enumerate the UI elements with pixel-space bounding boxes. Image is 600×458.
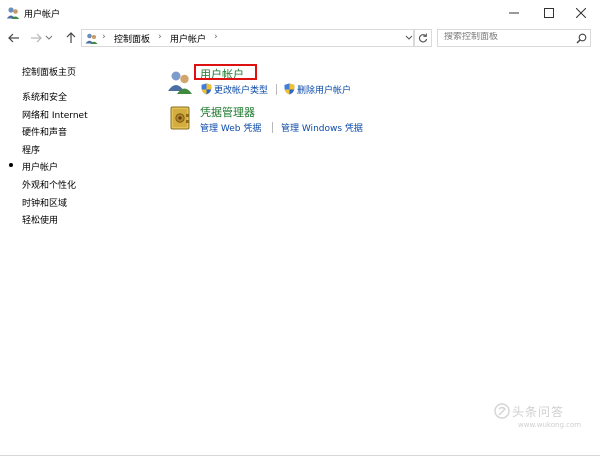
search-input[interactable] <box>444 32 572 42</box>
manage-web-credentials-link[interactable]: 管理 Web 凭据 <box>200 121 261 134</box>
nav-control-panel-home[interactable]: 控制面板主页 <box>22 65 76 78</box>
search-icon[interactable] <box>576 33 587 44</box>
refresh-icon <box>418 33 428 43</box>
window-bottom-border <box>0 455 600 456</box>
link-separator <box>276 84 277 95</box>
refresh-button[interactable] <box>414 29 432 47</box>
control-panel-icon <box>85 33 98 44</box>
credential-manager-heading[interactable]: 凭据管理器 <box>200 104 255 120</box>
forward-arrow-icon <box>31 33 42 43</box>
watermark-logo <box>494 403 510 419</box>
back-arrow-icon <box>8 33 19 43</box>
nav-hardware-and-sound[interactable]: 硬件和声音 <box>22 125 67 138</box>
breadcrumb-separator: › <box>214 32 218 42</box>
nav-system-and-security[interactable]: 系统和安全 <box>22 90 67 103</box>
chevron-down-icon <box>45 35 53 40</box>
close-icon <box>576 8 586 18</box>
window-title: 用户帐户 <box>24 10 61 20</box>
minimize-icon <box>509 12 519 14</box>
link-separator <box>272 122 273 133</box>
breadcrumb-separator: › <box>102 32 106 42</box>
minimize-button[interactable] <box>495 0 533 26</box>
uac-shield-icon <box>201 83 212 95</box>
maximize-icon <box>544 8 554 18</box>
back-button[interactable] <box>5 29 23 47</box>
remove-user-accounts-link[interactable]: 删除用户帐户 <box>297 83 351 96</box>
watermark-url: www.wukong.com <box>518 421 582 429</box>
recent-locations-button[interactable] <box>43 29 55 47</box>
active-item-bullet <box>9 163 13 167</box>
breadcrumb-user-accounts[interactable]: 用户帐户 <box>170 32 206 45</box>
close-button[interactable] <box>562 0 600 26</box>
chevron-down-icon <box>405 35 413 40</box>
nav-appearance-and-personalization[interactable]: 外观和个性化 <box>22 178 76 191</box>
nav-ease-of-access[interactable]: 轻松使用 <box>22 213 58 226</box>
nav-user-accounts: 用户帐户 <box>22 163 59 173</box>
change-account-type-link[interactable]: 更改帐户类型 <box>214 83 268 96</box>
breadcrumb-separator: › <box>158 32 162 42</box>
nav-clock-and-region[interactable]: 时钟和区域 <box>22 196 67 209</box>
nav-programs[interactable]: 程序 <box>22 143 40 156</box>
uac-shield-icon <box>284 83 295 95</box>
manage-windows-credentials-link[interactable]: 管理 Windows 凭据 <box>281 121 363 134</box>
up-button[interactable] <box>62 29 80 47</box>
credential-manager-icon <box>170 106 190 130</box>
up-arrow-icon <box>66 32 76 43</box>
watermark-text: 头条问答 <box>512 405 565 419</box>
user-accounts-icon <box>6 7 20 19</box>
highlight-box <box>194 64 257 80</box>
breadcrumb-control-panel[interactable]: 控制面板 <box>114 32 150 45</box>
nav-network-and-internet[interactable]: 网络和 Internet <box>22 108 88 121</box>
user-accounts-icon <box>168 71 192 94</box>
